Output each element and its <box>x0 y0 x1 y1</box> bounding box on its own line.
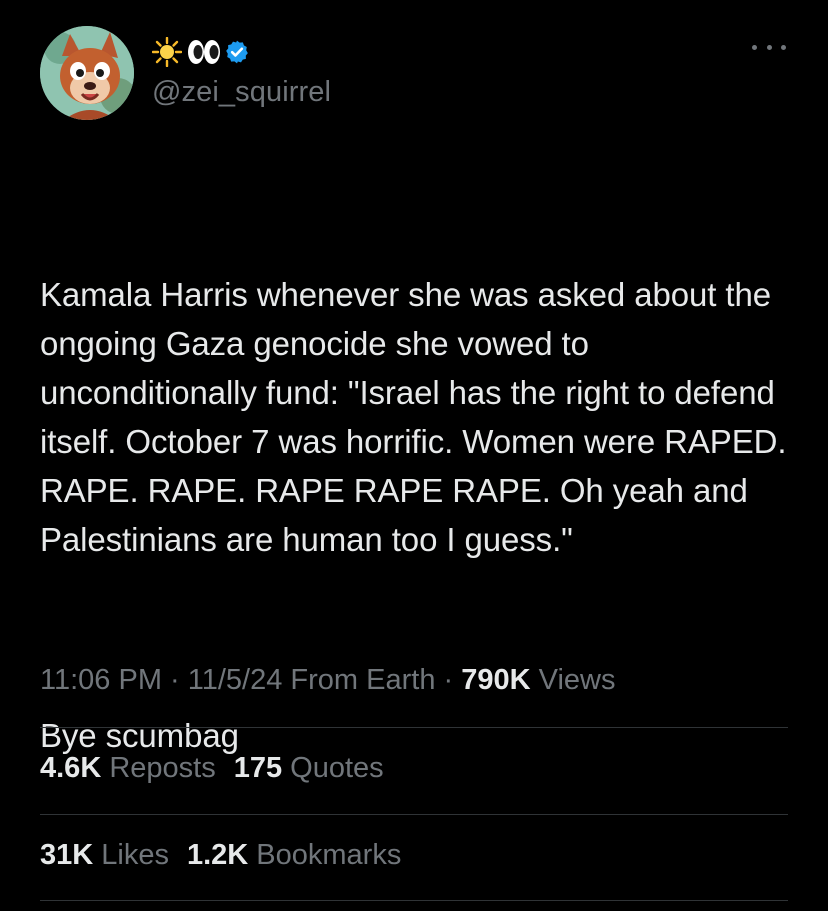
dot-icon <box>752 44 757 50</box>
avatar[interactable] <box>40 26 134 120</box>
separator: · <box>161 664 188 696</box>
quotes-count: 175 <box>233 752 283 784</box>
dot-icon <box>766 44 772 50</box>
bookmarks-label: Bookmarks <box>248 839 402 871</box>
views-label: Views <box>530 664 616 696</box>
sun-emoji-icon <box>151 36 183 68</box>
divider <box>40 727 788 728</box>
divider <box>40 814 788 815</box>
reposts-label: Reposts <box>101 752 216 784</box>
quotes-stat[interactable]: 175 Quotes <box>234 752 384 785</box>
squirrel-avatar-image <box>40 26 134 120</box>
stats-row-likes: 31K Likes 1.2K Bookmarks <box>40 839 401 872</box>
eyes-emoji-icon <box>186 37 220 67</box>
likes-label: Likes <box>93 839 169 871</box>
tweet-time[interactable]: 11:06 PM <box>40 664 162 696</box>
bookmarks-stat[interactable]: 1.2K Bookmarks <box>187 839 401 872</box>
likes-count: 31K <box>40 839 94 871</box>
display-name[interactable] <box>151 36 250 68</box>
tweet-paragraph: Kamala Harris whenever she was asked abo… <box>40 276 796 558</box>
views-count: 790K <box>461 664 531 696</box>
reposts-count: 4.6K <box>40 752 102 784</box>
tweet-meta: 11:06 PM · 11/5/24 From Earth · 790K Vie… <box>40 664 615 697</box>
verified-badge-icon <box>224 39 250 65</box>
tweet-header: @zei_squirrel <box>40 26 788 122</box>
reposts-stat[interactable]: 4.6K Reposts <box>40 752 216 785</box>
tweet-location: From Earth <box>282 664 436 696</box>
stats-row-reposts: 4.6K Reposts 175 Quotes <box>40 752 384 785</box>
author-handle[interactable]: @zei_squirrel <box>152 76 331 109</box>
divider <box>40 900 788 901</box>
tweet-detail: @zei_squirrel Kamala Harris whenever she… <box>0 0 828 911</box>
quotes-label: Quotes <box>282 752 384 784</box>
bookmarks-count: 1.2K <box>186 839 249 871</box>
separator: · <box>435 664 462 696</box>
more-options-button[interactable] <box>752 40 786 54</box>
dot-icon <box>781 44 786 50</box>
likes-stat[interactable]: 31K Likes <box>40 839 169 872</box>
tweet-date[interactable]: 11/5/24 <box>188 664 283 696</box>
